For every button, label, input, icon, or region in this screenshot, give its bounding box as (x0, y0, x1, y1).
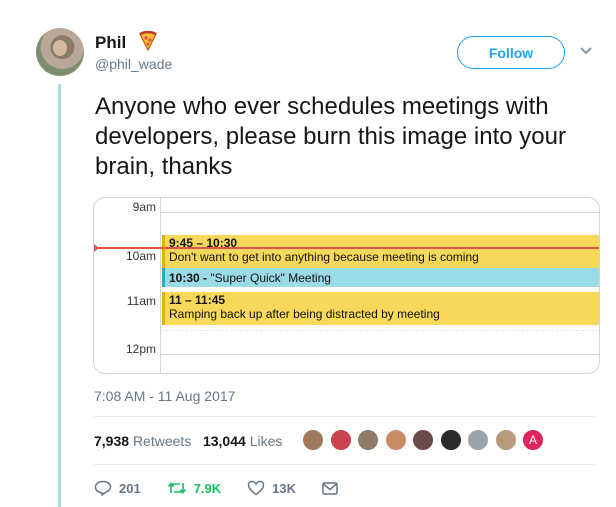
calendar-time-column: 9am 10am 11am 12pm (94, 198, 161, 373)
event-title: Don't want to get into anything because … (169, 250, 479, 264)
event-time: 11 – 11:45 (169, 293, 226, 307)
event-title: "Super Quick" Meeting (210, 271, 331, 285)
retweet-button[interactable]: 7.9K (167, 481, 221, 496)
retweet-stat[interactable]: 7,938 Retweets (94, 433, 191, 449)
event-time: 10:30 - (169, 271, 208, 285)
reply-count: 201 (119, 480, 141, 496)
direct-message-button[interactable] (322, 481, 345, 495)
liker-avatar[interactable] (384, 429, 407, 451)
current-time-marker (94, 244, 99, 252)
retweet-icon (167, 482, 186, 494)
retweet-action-count: 7.9K (193, 480, 222, 496)
tweet-timestamp[interactable]: 7:08 AM - 11 Aug 2017 (94, 388, 235, 404)
liker-avatar[interactable] (467, 429, 489, 451)
liker-avatar[interactable] (329, 429, 352, 451)
author-handle[interactable]: @phil_wade (95, 56, 172, 72)
reply-icon (94, 480, 112, 496)
event-title: Ramping back up after being distracted b… (169, 307, 440, 321)
calendar-event[interactable]: 11 – 11:45 Ramping back up after being d… (162, 292, 599, 325)
retweet-stat-label: Retweets (132, 433, 192, 449)
like-button[interactable]: 13K (247, 480, 296, 496)
like-stat[interactable]: 13,044 Likes (203, 433, 282, 449)
tweet-text: Anyone who ever schedules meetings with … (95, 93, 566, 180)
like-stat-label: Likes (249, 433, 283, 449)
time-label: 9am (132, 200, 156, 214)
time-label: 10am (125, 249, 156, 263)
hour-line (160, 354, 599, 355)
thread-line (58, 84, 61, 507)
author-name[interactable]: Phil (95, 33, 126, 53)
heart-icon (247, 480, 265, 496)
calendar-event[interactable]: 10:30 - "Super Quick" Meeting (162, 268, 599, 287)
retweet-count: 7,938 (94, 433, 130, 449)
current-time-line (96, 247, 599, 249)
tweet-stats: 7,938 Retweets 13,044 Likes (94, 433, 282, 449)
liker-avatar[interactable] (439, 429, 462, 451)
like-action-count: 13K (272, 480, 297, 496)
liker-avatar[interactable] (357, 429, 379, 451)
liker-avatar[interactable] (302, 429, 324, 451)
tweet-media-calendar[interactable]: 9am 10am 11am 12pm 9:45 – 10:30 Don't wa… (93, 197, 600, 374)
liker-avatar[interactable]: A (522, 429, 544, 451)
envelope-icon (322, 481, 338, 495)
liker-avatar[interactable] (412, 429, 434, 451)
divider (94, 416, 598, 417)
calendar-event[interactable]: 9:45 – 10:30 Don't want to get into anyt… (162, 235, 599, 268)
reply-button[interactable]: 201 (94, 480, 141, 496)
hour-line (160, 212, 599, 213)
follow-button[interactable]: Follow (457, 36, 565, 69)
chevron-down-icon[interactable] (579, 46, 593, 56)
likers-avatars: A (302, 429, 550, 451)
time-label: 11am (126, 294, 156, 308)
divider (94, 464, 598, 465)
half-hour-line (160, 330, 599, 331)
liker-avatar[interactable] (494, 429, 517, 451)
time-label: 12pm (125, 342, 156, 356)
author-avatar[interactable] (36, 28, 84, 76)
tweet-actions: 201 7.9K 13K (94, 480, 371, 496)
pizza-icon (139, 31, 157, 51)
like-count: 13,044 (202, 433, 246, 449)
